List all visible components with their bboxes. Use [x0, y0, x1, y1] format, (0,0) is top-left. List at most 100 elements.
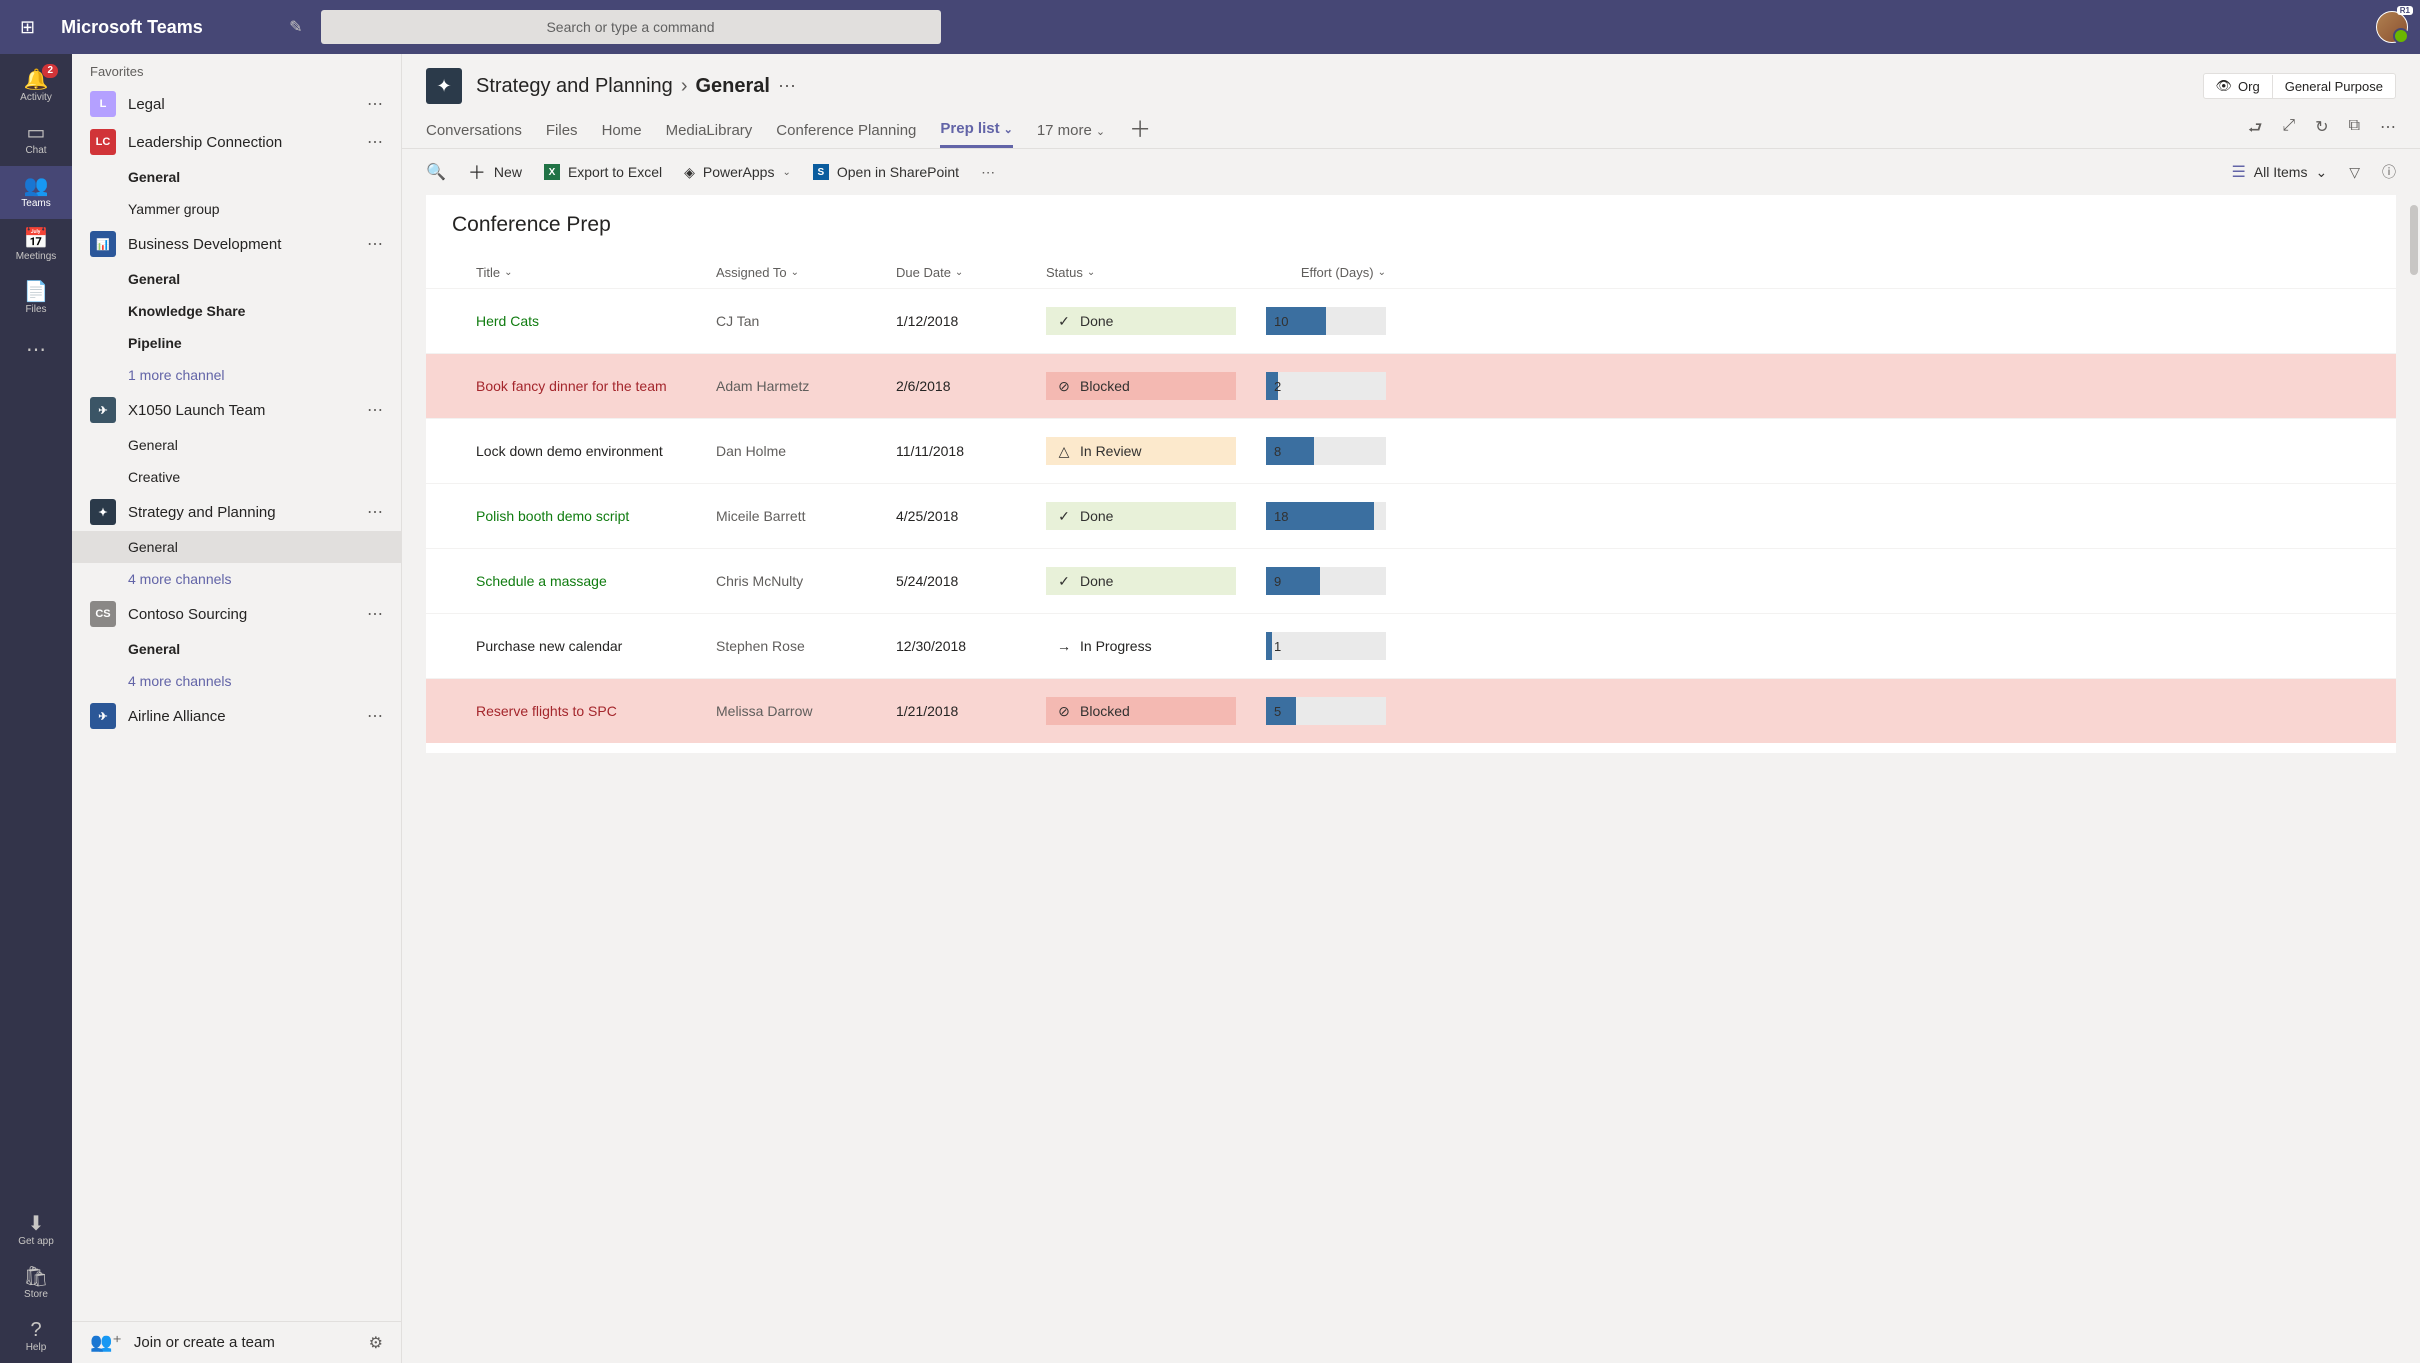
team-row[interactable]: 📊Business Development⋯ — [72, 225, 401, 263]
eye-icon: 👁 — [2216, 78, 2233, 94]
status-badge: ✓Done — [1046, 307, 1236, 335]
team-more-icon[interactable]: ⋯ — [367, 94, 383, 114]
team-avatar: ✈ — [90, 703, 116, 729]
tab-conference-planning[interactable]: Conference Planning — [776, 114, 916, 147]
status-badge: ✓Done — [1046, 567, 1236, 595]
team-row[interactable]: CSContoso Sourcing⋯ — [72, 595, 401, 633]
breadcrumb-more-icon[interactable]: ⋯ — [778, 76, 796, 97]
apprail-item-help[interactable]: ?Help — [0, 1310, 72, 1363]
status-icon: ⊘ — [1056, 378, 1072, 395]
column-header[interactable]: Assigned To⌄ — [716, 265, 896, 280]
team-row[interactable]: ✈X1050 Launch Team⋯ — [72, 391, 401, 429]
more-channels-link[interactable]: 4 more channels — [72, 563, 401, 595]
waffle-icon[interactable]: ⊞ — [12, 13, 43, 42]
apprail-item-files[interactable]: 📄Files — [0, 272, 72, 325]
team-name: Strategy and Planning — [128, 504, 355, 521]
command-bar: 🔍 ＋New Export to Excel ◈PowerApps⌄ Open … — [402, 149, 2420, 195]
add-tab-button[interactable]: ＋ — [1129, 119, 1151, 141]
channel-item[interactable]: Creative — [72, 461, 401, 493]
list-row[interactable]: Polish booth demo script Miceile Barrett… — [426, 483, 2396, 548]
export-excel-button[interactable]: Export to Excel — [544, 164, 662, 180]
reply-icon[interactable]: ⮐ — [2248, 117, 2262, 144]
channel-item[interactable]: Pipeline — [72, 327, 401, 359]
channel-item[interactable]: Yammer group — [72, 193, 401, 225]
apprail-item-activity[interactable]: 🔔Activity2 — [0, 60, 72, 113]
apprail-label: Activity — [20, 92, 52, 103]
row-title: Herd Cats — [476, 313, 716, 329]
compose-icon[interactable]: ✎ — [289, 17, 302, 37]
powerapps-button[interactable]: ◈PowerApps⌄ — [684, 164, 791, 181]
open-sharepoint-button[interactable]: Open in SharePoint — [813, 164, 959, 180]
column-header[interactable]: Status⌄ — [1046, 265, 1246, 280]
team-more-icon[interactable]: ⋯ — [367, 604, 383, 624]
apprail-more-icon[interactable]: ⋯ — [26, 325, 46, 374]
info-icon[interactable]: ⓘ — [2382, 162, 2396, 182]
avatar[interactable]: R1 — [2376, 11, 2408, 43]
list-row[interactable]: Herd Cats CJ Tan 1/12/2018 ✓Done 10 — [426, 288, 2396, 353]
channel-item[interactable]: General — [72, 633, 401, 665]
apprail-item-teams[interactable]: 👥Teams — [0, 166, 72, 219]
list-row[interactable]: Purchase new calendar Stephen Rose 12/30… — [426, 613, 2396, 678]
list-row[interactable]: Lock down demo environment Dan Holme 11/… — [426, 418, 2396, 483]
team-icon: ✦ — [426, 68, 462, 104]
header-info-pill[interactable]: 👁 Org General Purpose — [2203, 73, 2396, 99]
team-row[interactable]: ✦Strategy and Planning⋯ — [72, 493, 401, 531]
row-due: 4/25/2018 — [896, 508, 1046, 524]
channel-item[interactable]: General — [72, 429, 401, 461]
list-row[interactable]: Book fancy dinner for the team Adam Harm… — [426, 353, 2396, 418]
breadcrumb-team[interactable]: Strategy and Planning — [476, 75, 673, 98]
team-more-icon[interactable]: ⋯ — [367, 400, 383, 420]
more-channels-link[interactable]: 4 more channels — [72, 665, 401, 697]
apprail-label: Help — [26, 1342, 47, 1353]
refresh-icon[interactable]: ↻ — [2315, 117, 2328, 144]
list-row[interactable]: Reserve flights to SPC Melissa Darrow 1/… — [426, 678, 2396, 743]
join-team-row[interactable]: 👥⁺ Join or create a team ⚙ — [72, 1321, 401, 1363]
tab-files[interactable]: Files — [546, 114, 578, 147]
main-content: ✦ Strategy and Planning › General ⋯ 👁 Or… — [402, 54, 2420, 1363]
apprail-item-chat[interactable]: ▭Chat — [0, 113, 72, 166]
channel-item[interactable]: Knowledge Share — [72, 295, 401, 327]
team-avatar: L — [90, 91, 116, 117]
channel-item[interactable]: General — [72, 161, 401, 193]
team-row[interactable]: ✈Airline Alliance⋯ — [72, 697, 401, 735]
tab-17-more[interactable]: 17 more⌄ — [1037, 114, 1105, 147]
apprail-item-get-app[interactable]: ⬇Get app — [0, 1204, 72, 1257]
filter-icon[interactable]: ▽ — [2349, 164, 2360, 181]
tab-prep-list[interactable]: Prep list⌄ — [940, 112, 1012, 148]
list-header: Title⌄Assigned To⌄Due Date⌄Status⌄Effort… — [426, 257, 2396, 288]
more-channels-link[interactable]: 1 more channel — [72, 359, 401, 391]
apprail-item-store[interactable]: 🛍Store — [0, 1257, 72, 1310]
status-icon: ✓ — [1056, 508, 1072, 525]
new-button[interactable]: ＋New — [468, 159, 522, 185]
column-header[interactable]: Due Date⌄ — [896, 265, 1046, 280]
popout-icon[interactable]: ⧉ — [2349, 117, 2360, 144]
vertical-scrollbar[interactable] — [2410, 205, 2418, 1353]
search-input[interactable]: Search or type a command — [321, 10, 941, 44]
more-icon[interactable]: ⋯ — [2380, 117, 2396, 144]
more-commands-icon[interactable]: ⋯ — [981, 164, 995, 181]
channel-item[interactable]: General — [72, 263, 401, 295]
tab-medialibrary[interactable]: MediaLibrary — [666, 114, 753, 147]
tab-conversations[interactable]: Conversations — [426, 114, 522, 147]
channel-item[interactable]: General — [72, 531, 401, 563]
effort-bar: 18 — [1266, 502, 1386, 530]
tab-home[interactable]: Home — [602, 114, 642, 147]
team-more-icon[interactable]: ⋯ — [367, 132, 383, 152]
search-icon[interactable]: 🔍 — [426, 162, 446, 182]
get-app-icon: ⬇ — [28, 1214, 45, 1234]
team-more-icon[interactable]: ⋯ — [367, 706, 383, 726]
chevron-down-icon: ⌄ — [1087, 267, 1095, 278]
team-more-icon[interactable]: ⋯ — [367, 234, 383, 254]
expand-icon[interactable]: ⤢ — [2282, 117, 2295, 144]
team-row[interactable]: LCLeadership Connection⋯ — [72, 123, 401, 161]
team-row[interactable]: LLegal⋯ — [72, 85, 401, 123]
status-badge: ⊘Blocked — [1046, 697, 1236, 725]
list-row[interactable]: Schedule a massage Chris McNulty 5/24/20… — [426, 548, 2396, 613]
column-header[interactable]: Effort (Days)⌄ — [1246, 265, 1386, 280]
view-selector[interactable]: ☰All Items⌄ — [2231, 162, 2327, 182]
gear-icon[interactable]: ⚙ — [369, 1333, 383, 1353]
row-assigned: Stephen Rose — [716, 638, 896, 654]
column-header[interactable]: Title⌄ — [476, 265, 716, 280]
team-more-icon[interactable]: ⋯ — [367, 502, 383, 522]
apprail-item-meetings[interactable]: 📅Meetings — [0, 219, 72, 272]
